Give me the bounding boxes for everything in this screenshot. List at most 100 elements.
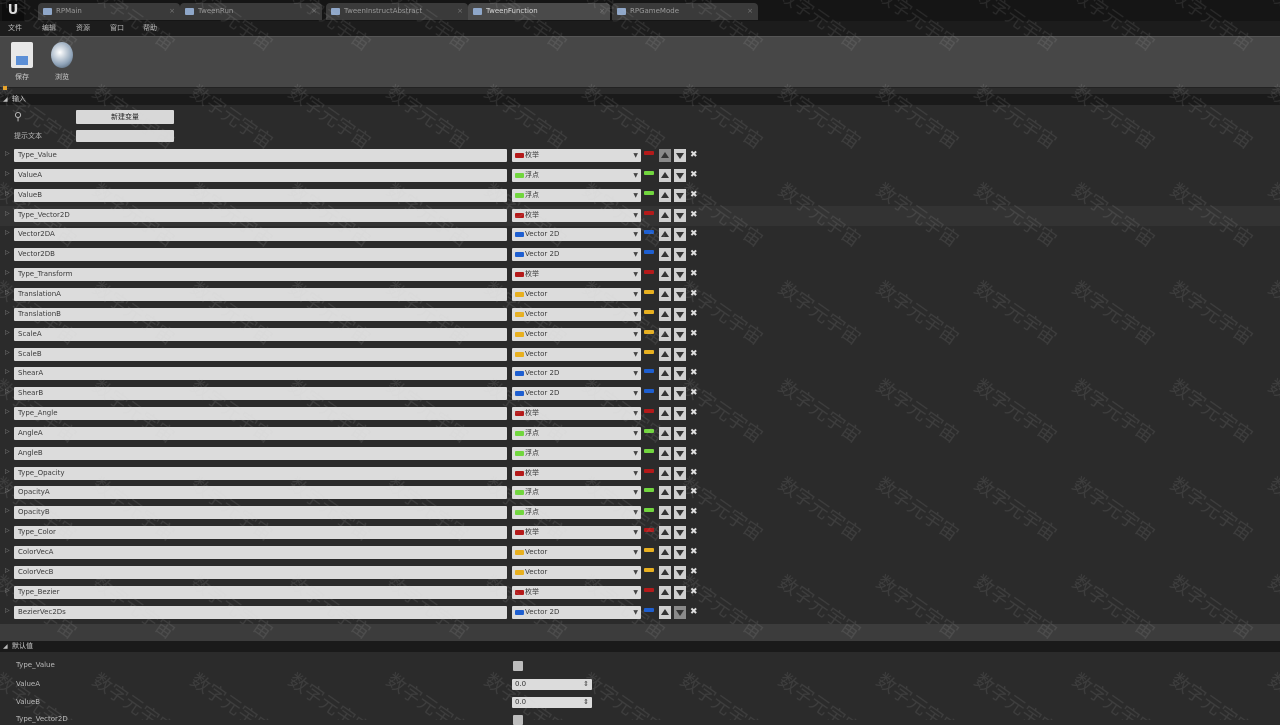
- move-up-button[interactable]: [659, 387, 671, 401]
- variable-name-input[interactable]: AngleB: [14, 446, 507, 460]
- variable-type-select[interactable]: 枚举 ▼: [512, 466, 641, 480]
- variable-type-select[interactable]: 浮点 ▼: [512, 168, 641, 182]
- move-down-button[interactable]: [674, 407, 686, 421]
- variable-name-input[interactable]: ScaleA: [14, 327, 507, 341]
- input-variable-row[interactable]: ▷ ShearA Vector 2D ▼ ✖: [0, 364, 705, 384]
- default-value-input[interactable]: 0.0 ⇕: [512, 697, 592, 708]
- remove-variable-icon[interactable]: ✖: [690, 169, 698, 182]
- move-up-button[interactable]: [659, 565, 671, 579]
- move-up-button[interactable]: [659, 149, 671, 162]
- move-down-button[interactable]: [674, 466, 686, 480]
- remove-variable-icon[interactable]: ✖: [690, 367, 698, 380]
- remove-variable-icon[interactable]: ✖: [690, 546, 698, 559]
- input-variable-row[interactable]: ▷ OpacityA 浮点 ▼ ✖: [0, 483, 705, 503]
- variable-name-input[interactable]: OpacityB: [14, 506, 507, 520]
- default-checkbox[interactable]: [513, 715, 523, 725]
- variable-name-input[interactable]: Type_Vector2D: [14, 208, 507, 222]
- variable-type-select[interactable]: Vector ▼: [512, 307, 641, 321]
- variable-name-input[interactable]: ScaleB: [14, 347, 507, 361]
- variable-type-select[interactable]: Vector ▼: [512, 546, 641, 559]
- remove-variable-icon[interactable]: ✖: [690, 228, 698, 241]
- expand-arrow-icon[interactable]: ▷: [5, 309, 10, 316]
- remove-variable-icon[interactable]: ✖: [690, 526, 698, 539]
- remove-variable-icon[interactable]: ✖: [690, 248, 698, 261]
- move-up-button[interactable]: [659, 208, 671, 222]
- move-up-button[interactable]: [659, 367, 671, 381]
- move-up-button[interactable]: [659, 605, 671, 619]
- move-down-button[interactable]: [674, 526, 686, 540]
- move-up-button[interactable]: [659, 407, 671, 421]
- inputs-section-header[interactable]: ◢ 输入: [0, 94, 1280, 105]
- variable-name-input[interactable]: ColorVecB: [14, 565, 507, 579]
- close-tab-icon[interactable]: ×: [599, 3, 605, 20]
- move-down-button[interactable]: [674, 327, 686, 341]
- input-variable-row[interactable]: ▷ Type_Value 枚举 ▼ ✖: [0, 146, 705, 166]
- move-down-button[interactable]: [674, 486, 686, 500]
- input-variable-row[interactable]: ▷ ColorVecB Vector ▼ ✖: [0, 563, 705, 583]
- menu-item-2[interactable]: 资源: [76, 23, 90, 34]
- expand-arrow-icon[interactable]: ▷: [5, 269, 10, 276]
- input-variable-row[interactable]: ▷ ValueB 浮点 ▼ ✖: [0, 186, 705, 206]
- move-up-button[interactable]: [659, 526, 671, 540]
- expand-arrow-icon[interactable]: ▷: [5, 607, 10, 614]
- variable-name-input[interactable]: AngleA: [14, 426, 507, 440]
- move-up-button[interactable]: [659, 228, 671, 242]
- expand-arrow-icon[interactable]: ▷: [5, 329, 10, 336]
- expand-arrow-icon[interactable]: ▷: [5, 229, 10, 236]
- variable-name-input[interactable]: ShearB: [14, 387, 507, 401]
- variable-name-input[interactable]: Type_Opacity: [14, 466, 507, 480]
- move-down-button[interactable]: [674, 506, 686, 520]
- variable-name-input[interactable]: ValueB: [14, 188, 507, 202]
- input-variable-row[interactable]: ▷ Type_Vector2D 枚举 ▼ ✖: [0, 205, 1280, 226]
- variable-type-select[interactable]: 枚举 ▼: [512, 208, 641, 222]
- remove-variable-icon[interactable]: ✖: [690, 189, 698, 202]
- input-variable-row[interactable]: ▷ Type_Opacity 枚举 ▼ ✖: [0, 464, 705, 484]
- menu-item-0[interactable]: 文件: [8, 23, 22, 34]
- variable-name-input[interactable]: ValueA: [14, 168, 507, 182]
- move-down-button[interactable]: [674, 287, 686, 301]
- input-variable-row[interactable]: ▷ ShearB Vector 2D ▼ ✖: [0, 384, 705, 404]
- expand-arrow-icon[interactable]: ▷: [5, 190, 10, 197]
- close-tab-icon[interactable]: ×: [169, 3, 175, 20]
- expand-arrow-icon[interactable]: ▷: [5, 527, 10, 534]
- remove-variable-icon[interactable]: ✖: [690, 506, 698, 519]
- move-up-button[interactable]: [659, 347, 671, 361]
- remove-variable-icon[interactable]: ✖: [690, 268, 698, 281]
- move-up-button[interactable]: [659, 446, 671, 460]
- close-tab-icon[interactable]: ×: [311, 3, 317, 20]
- variable-type-select[interactable]: Vector 2D ▼: [512, 387, 641, 401]
- move-down-button[interactable]: [674, 248, 686, 262]
- move-down-button[interactable]: [674, 546, 686, 559]
- move-up-button[interactable]: [659, 188, 671, 202]
- move-up-button[interactable]: [659, 287, 671, 301]
- move-up-button[interactable]: [659, 506, 671, 520]
- remove-variable-icon[interactable]: ✖: [690, 288, 698, 301]
- variable-type-select[interactable]: 枚举 ▼: [512, 407, 641, 421]
- input-variable-row[interactable]: ▷ Vector2DB Vector 2D ▼ ✖: [0, 245, 705, 265]
- move-down-button[interactable]: [674, 387, 686, 401]
- move-down-button[interactable]: [674, 188, 686, 202]
- variable-name-input[interactable]: Type_Color: [14, 526, 507, 540]
- expand-arrow-icon[interactable]: ▷: [5, 547, 10, 554]
- move-up-button[interactable]: [659, 327, 671, 341]
- expand-arrow-icon[interactable]: ▷: [5, 408, 10, 415]
- menu-item-3[interactable]: 窗口: [110, 23, 124, 34]
- move-up-button[interactable]: [659, 585, 671, 599]
- move-up-button[interactable]: [659, 268, 671, 282]
- input-variable-row[interactable]: ▷ TranslationB Vector ▼ ✖: [0, 305, 705, 325]
- menu-item-1[interactable]: 编辑: [42, 23, 56, 34]
- move-up-button[interactable]: [659, 168, 671, 182]
- move-up-button[interactable]: [659, 307, 671, 321]
- remove-variable-icon[interactable]: ✖: [690, 486, 698, 499]
- input-variable-row[interactable]: ▷ AngleB 浮点 ▼ ✖: [0, 444, 705, 464]
- move-down-button[interactable]: [674, 446, 686, 460]
- variable-type-select[interactable]: Vector 2D ▼: [512, 605, 641, 619]
- move-up-button[interactable]: [659, 486, 671, 500]
- tab-5[interactable]: RPGameMode ×: [612, 3, 758, 20]
- variable-type-select[interactable]: Vector ▼: [512, 327, 641, 341]
- remove-variable-icon[interactable]: ✖: [690, 447, 698, 460]
- variable-type-select[interactable]: 浮点 ▼: [512, 486, 641, 500]
- variable-name-input[interactable]: TranslationA: [14, 287, 507, 301]
- expand-arrow-icon[interactable]: ▷: [5, 468, 10, 475]
- tab-1[interactable]: RPMain ×: [38, 3, 180, 20]
